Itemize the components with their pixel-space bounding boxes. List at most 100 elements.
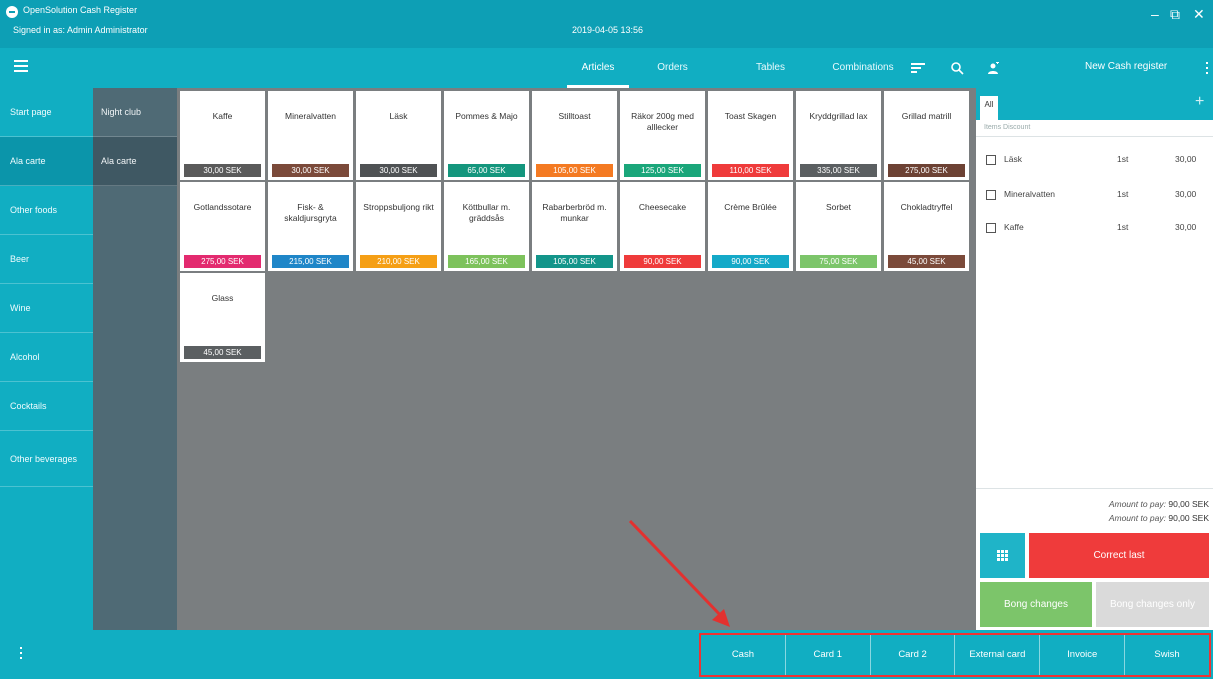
hamburger-menu-icon[interactable] <box>14 60 28 72</box>
article-card[interactable]: Cheesecake 90,00 SEK <box>620 182 705 271</box>
bong-changes-button[interactable]: Bong changes <box>980 582 1092 627</box>
article-price: 335,00 SEK <box>800 164 877 177</box>
amount-to-pay-secondary-label: Amount to pay: <box>1108 513 1166 523</box>
article-price: 105,00 SEK <box>536 255 613 268</box>
top-nav-bar: Articles Orders Tables Combinations New … <box>0 48 1213 88</box>
subcategory-ala-carte[interactable]: Ala carte <box>93 137 177 186</box>
article-price: 210,00 SEK <box>360 255 437 268</box>
category-list: Start page Ala carte Other foods Beer Wi… <box>0 88 93 630</box>
articles-panel: Kaffe 30,00 SEK Mineralvatten 30,00 SEK Läsk… <box>177 88 976 630</box>
cash-register-app: OpenSolution Cash Register Signed in as:… <box>0 0 1213 679</box>
article-price: 105,00 SEK <box>536 164 613 177</box>
sort-icon[interactable] <box>911 63 925 73</box>
order-line-checkbox[interactable] <box>986 223 996 233</box>
article-card[interactable]: Toast Skagen 110,00 SEK <box>708 91 793 180</box>
article-card[interactable]: Pommes & Majo 65,00 SEK <box>444 91 529 180</box>
add-tab-icon[interactable]: + <box>1195 93 1204 111</box>
pay-cash-button[interactable]: Cash <box>701 635 785 675</box>
amount-to-pay-secondary-value: 90,00 SEK <box>1168 513 1209 523</box>
register-menu-icon[interactable] <box>1206 62 1208 76</box>
article-name: Kryddgrillad lax <box>809 111 868 121</box>
payment-methods: Cash Card 1 Card 2 External card Invoice… <box>699 633 1211 677</box>
article-price: 125,00 SEK <box>624 164 701 177</box>
order-tab-all[interactable]: All <box>980 96 998 120</box>
category-other-foods[interactable]: Other foods <box>0 186 93 235</box>
category-wine[interactable]: Wine <box>0 284 93 333</box>
category-beer[interactable]: Beer <box>0 235 93 284</box>
order-line[interactable]: Mineralvatten 1st 30,00 <box>986 188 1208 204</box>
search-icon[interactable] <box>950 61 964 75</box>
order-line-checkbox[interactable] <box>986 190 996 200</box>
article-price: 30,00 SEK <box>360 164 437 177</box>
pay-swish-button[interactable]: Swish <box>1124 635 1209 675</box>
order-line-amount: 30,00 <box>1175 189 1197 199</box>
order-line-amount: 30,00 <box>1175 222 1197 232</box>
article-card[interactable]: Läsk 30,00 SEK <box>356 91 441 180</box>
article-name: Räkor 200g med alllecker <box>631 111 694 132</box>
article-card[interactable]: Stroppsbuljong rikt 210,00 SEK <box>356 182 441 271</box>
subcategory-list: Night club Ala carte <box>93 88 177 630</box>
article-card[interactable]: Fisk- & skaldjursgryta 215,00 SEK <box>268 182 353 271</box>
bottom-bar: Cash Card 1 Card 2 External card Invoice… <box>0 630 1213 679</box>
keypad-button[interactable] <box>980 533 1025 578</box>
category-start-page[interactable]: Start page <box>0 88 93 137</box>
minimize-button[interactable]: – <box>1151 6 1159 22</box>
category-other-beverages[interactable]: Other beverages <box>0 431 93 487</box>
article-name: Sorbet <box>825 202 852 212</box>
article-name: Fisk- & skaldjursgryta <box>284 202 337 223</box>
article-card[interactable]: Kryddgrillad lax 335,00 SEK <box>796 91 881 180</box>
article-card[interactable]: Köttbullar m. gräddsås 165,00 SEK <box>444 182 529 271</box>
article-name: Glass <box>211 293 234 303</box>
pay-external-card-button[interactable]: External card <box>954 635 1039 675</box>
amount-to-pay-secondary: Amount to pay: 90,00 SEK <box>1109 513 1209 523</box>
amount-to-pay-value: 90,00 SEK <box>1168 499 1209 509</box>
category-ala-carte[interactable]: Ala carte <box>0 137 93 186</box>
pay-card2-button[interactable]: Card 2 <box>869 635 955 675</box>
article-name: Stroppsbuljong rikt <box>363 202 434 212</box>
article-name: Rabarberbröd m. munkar <box>542 202 607 223</box>
article-card[interactable]: Rabarberbröd m. munkar 105,00 SEK <box>532 182 617 271</box>
pay-card1-button[interactable]: Card 1 <box>784 635 870 675</box>
tab-orders[interactable]: Orders <box>645 48 700 88</box>
amount-to-pay-label: Amount to pay: <box>1108 499 1166 509</box>
article-card[interactable]: Chokladtryffel 45,00 SEK <box>884 182 969 271</box>
article-card[interactable]: Gotlandssotare 275,00 SEK <box>180 182 265 271</box>
article-card[interactable]: Mineralvatten 30,00 SEK <box>268 91 353 180</box>
tab-articles[interactable]: Articles <box>567 48 629 88</box>
article-card[interactable]: Sorbet 75,00 SEK <box>796 182 881 271</box>
order-line-name: Kaffe <box>1004 222 1024 232</box>
article-card[interactable]: Stilltoast 105,00 SEK <box>532 91 617 180</box>
article-card[interactable]: Räkor 200g med alllecker 125,00 SEK <box>620 91 705 180</box>
order-header-divider <box>976 136 1213 137</box>
add-customer-icon[interactable] <box>987 62 999 74</box>
close-button[interactable]: ✕ <box>1193 6 1205 22</box>
restore-button[interactable]: ⧉ <box>1170 6 1180 22</box>
article-card[interactable]: Grillad matrill 275,00 SEK <box>884 91 969 180</box>
article-card[interactable]: Glass 45,00 SEK <box>180 273 265 362</box>
order-line[interactable]: Läsk 1st 30,00 <box>986 153 1208 169</box>
category-alcohol[interactable]: Alcohol <box>0 333 93 382</box>
order-line-name: Läsk <box>1004 154 1022 164</box>
bong-changes-only-button[interactable]: Bong changes only <box>1096 582 1209 627</box>
tab-tables[interactable]: Tables <box>743 48 798 88</box>
article-name: Stilltoast <box>558 111 591 121</box>
order-line-checkbox[interactable] <box>986 155 996 165</box>
subcategory-night-club[interactable]: Night club <box>93 88 177 137</box>
bottom-menu-icon[interactable] <box>20 647 22 663</box>
signed-in-label: Signed in as: Admin Administrator <box>13 25 148 35</box>
category-cocktails[interactable]: Cocktails <box>0 382 93 431</box>
correct-last-button[interactable]: Correct last <box>1029 533 1209 578</box>
article-name: Gotlandssotare <box>193 202 252 212</box>
order-line-qty: 1st <box>1117 189 1129 199</box>
register-name: New Cash register <box>1085 61 1168 72</box>
article-price: 90,00 SEK <box>712 255 789 268</box>
tab-combinations[interactable]: Combinations <box>823 48 903 88</box>
article-price: 65,00 SEK <box>448 164 525 177</box>
article-price: 30,00 SEK <box>272 164 349 177</box>
pay-invoice-button[interactable]: Invoice <box>1039 635 1124 675</box>
article-price: 45,00 SEK <box>888 255 965 268</box>
article-card[interactable]: Kaffe 30,00 SEK <box>180 91 265 180</box>
order-line[interactable]: Kaffe 1st 30,00 <box>986 221 1208 237</box>
article-card[interactable]: Crème Brûlée 90,00 SEK <box>708 182 793 271</box>
article-name: Mineralvatten <box>284 111 337 121</box>
